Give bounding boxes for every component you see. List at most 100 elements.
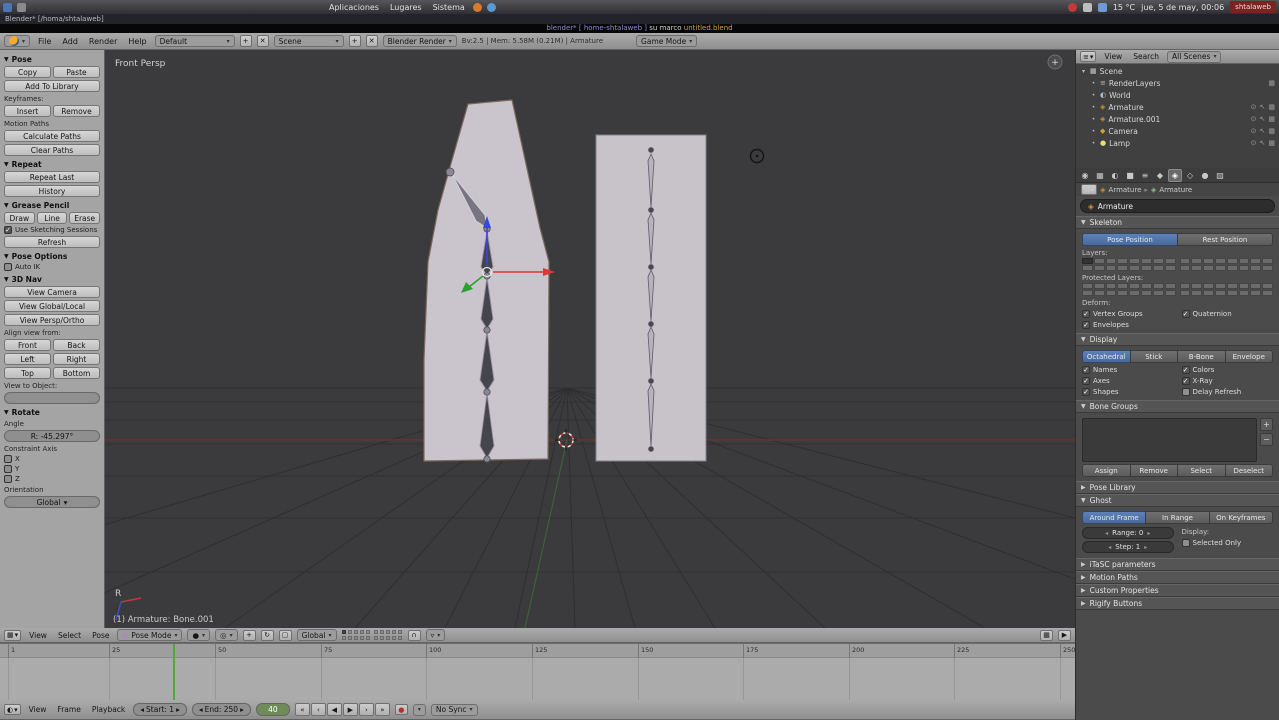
timeline-ruler[interactable]: 1 25 50 75 100 125 150 175 200 225 250 [0,644,1075,658]
toolshelf-checkbox-y[interactable]: Y [4,465,100,473]
pivot-point-select[interactable]: ◎ ▾ [215,629,238,641]
layer-toggle[interactable] [1262,290,1273,296]
frame-end-field[interactable]: ◂ End: 250 ▸ [191,703,251,716]
outliner-item-armature-001[interactable]: • ◈ Armature.001 ⊙ ↖ ▦ [1076,113,1279,125]
layer-toggle[interactable] [1191,265,1203,271]
layer-toggle[interactable] [1129,258,1141,264]
bone-groups-assign-button[interactable]: Assign [1082,464,1131,477]
layer-toggle[interactable] [1117,265,1129,271]
viewport-menu-view[interactable]: View [26,631,50,640]
layer-toggle[interactable] [397,629,402,634]
ghost-in-range-button[interactable]: In Range [1145,511,1210,524]
layer-toggle[interactable] [1117,258,1129,264]
layer-toggle[interactable] [1238,265,1250,271]
toolshelf-button-history[interactable]: History [4,185,100,197]
toolshelf-panel-rotate[interactable]: ▼ Rotate [4,408,100,417]
jump-to-start-button[interactable]: « [294,703,310,716]
menu-file[interactable]: File [35,37,54,46]
outliner-menu-view[interactable]: View [1101,52,1125,61]
snap-magnet-button[interactable]: ∩ [407,629,421,641]
viewport-menu-pose[interactable]: Pose [89,631,112,640]
layer-toggle[interactable] [1141,283,1152,289]
toolshelf-button-calculate-paths[interactable]: Calculate Paths [4,130,100,142]
layer-toggle[interactable] [1179,258,1191,264]
transform-orientation-select[interactable]: Global ▾ [296,629,337,641]
eye-toggle-icon[interactable]: ⊙ [1251,127,1257,135]
taskbar-menu-sistema[interactable]: Sistema [430,3,468,12]
menu-add[interactable]: Add [59,37,81,46]
taskbar-menu-lugares[interactable]: Lugares [387,3,425,12]
envelopes-checkbox[interactable]: ✓ Envelopes [1082,319,1174,330]
layer-toggle[interactable] [1152,258,1164,264]
layer-toggle[interactable] [1164,283,1176,289]
toolshelf-button-remove[interactable]: Remove [53,105,100,117]
viewport-editor-type-button[interactable]: ▦ ▾ [4,629,22,641]
toolshelf-button-refresh[interactable]: Refresh [4,236,100,248]
layer-toggle[interactable] [341,629,346,634]
outliner-item-camera[interactable]: • ◆ Camera ⊙ ↖ ▦ [1076,125,1279,137]
layer-toggle[interactable] [1179,283,1191,289]
panel-rigify-buttons[interactable]: ▶ Rigify Buttons [1076,597,1279,610]
outliner-display-filter[interactable]: All Scenes ▾ [1166,50,1222,63]
toolshelf-panel-3d-nav[interactable]: ▼ 3D Nav [4,275,100,284]
panel-motion-paths[interactable]: ▶ Motion Paths [1076,571,1279,584]
layer-toggle[interactable] [1226,258,1238,264]
layer-toggle[interactable] [1082,283,1093,289]
manipulator-scale-button[interactable]: ▢ [278,629,292,641]
network-icon[interactable] [1082,2,1092,12]
layer-toggle[interactable] [1203,283,1214,289]
layer-toggle[interactable] [1214,265,1226,271]
render-opengl-image-button[interactable]: ▦ [1040,629,1053,641]
layer-toggle[interactable] [1214,283,1226,289]
toolshelf-button-top[interactable]: Top [4,367,51,379]
render-engine-select[interactable]: Blender Render ▾ [382,35,457,47]
layer-toggle[interactable] [1250,265,1262,271]
toolshelf-button-add-to-library[interactable]: Add To Library [4,80,100,92]
panel-custom-properties[interactable]: ▶ Custom Properties [1076,584,1279,597]
layer-toggle[interactable] [1226,290,1238,296]
layer-toggle[interactable] [379,635,384,640]
colors-checkbox[interactable]: ✓ Colors [1181,364,1274,375]
panel-pose-library[interactable]: ▶ Pose Library [1076,481,1279,494]
layer-toggle[interactable] [373,629,378,634]
layer-toggle[interactable] [1262,283,1273,289]
panel-bone-groups[interactable]: ▼ Bone Groups [1076,400,1279,413]
layer-toggle[interactable] [379,629,384,634]
toolshelf-button-front[interactable]: Front [4,339,51,351]
layer-toggle[interactable] [1238,258,1250,264]
toolshelf-button-copy[interactable]: Copy [4,66,51,78]
layer-toggle[interactable] [1129,290,1141,296]
skeleton-pose-position-button[interactable]: Pose Position [1082,233,1178,246]
properties-editor-type-button[interactable]: ▤▾ [1081,184,1098,195]
distro-menu-icon[interactable] [3,2,12,12]
layer-toggle[interactable] [1082,265,1093,271]
region-collapse-widget[interactable]: + [1047,54,1063,70]
layer-toggle[interactable] [1093,290,1105,296]
layer-toggle[interactable] [347,635,352,640]
toolshelf-button-repeat-last[interactable]: Repeat Last [4,171,100,183]
bone-groups-remove-button[interactable]: Remove [1129,464,1178,477]
layer-toggle[interactable] [353,635,358,640]
manipulator-rotate-button[interactable]: ↻ [260,629,274,641]
taskbar-menu-aplicaciones[interactable]: Aplicaciones [326,3,382,12]
layer-toggle[interactable] [365,635,370,640]
next-keyframe-button[interactable]: › [358,703,374,716]
toolshelf-panel-repeat[interactable]: ▼ Repeat [4,160,100,169]
timeline-menu-playback[interactable]: Playback [89,705,128,714]
ghost-range-field[interactable]: ◂ Range: 0 ▸ [1082,527,1174,539]
properties-tab-texture[interactable]: ▨ [1213,169,1227,182]
play-button[interactable]: ▶ [342,703,358,716]
properties-tab-object-data[interactable]: ◈ [1168,168,1182,182]
properties-tab-material[interactable]: ● [1198,169,1212,182]
toolshelf-button-erase[interactable]: Erase [69,212,101,224]
layer-toggle[interactable] [1141,265,1152,271]
bone-group-add-button[interactable]: + [1260,418,1273,431]
manipulator-translate-button[interactable]: + [242,629,256,641]
toolshelf-button-right[interactable]: Right [53,353,100,365]
layer-toggle[interactable] [1152,283,1164,289]
delete-scene-button[interactable]: ✕ [365,35,378,47]
timeline-playhead[interactable] [173,644,175,700]
app-launcher-icon[interactable] [486,2,496,12]
layer-toggle[interactable] [1203,265,1214,271]
show-desktop-icon[interactable] [17,2,26,12]
